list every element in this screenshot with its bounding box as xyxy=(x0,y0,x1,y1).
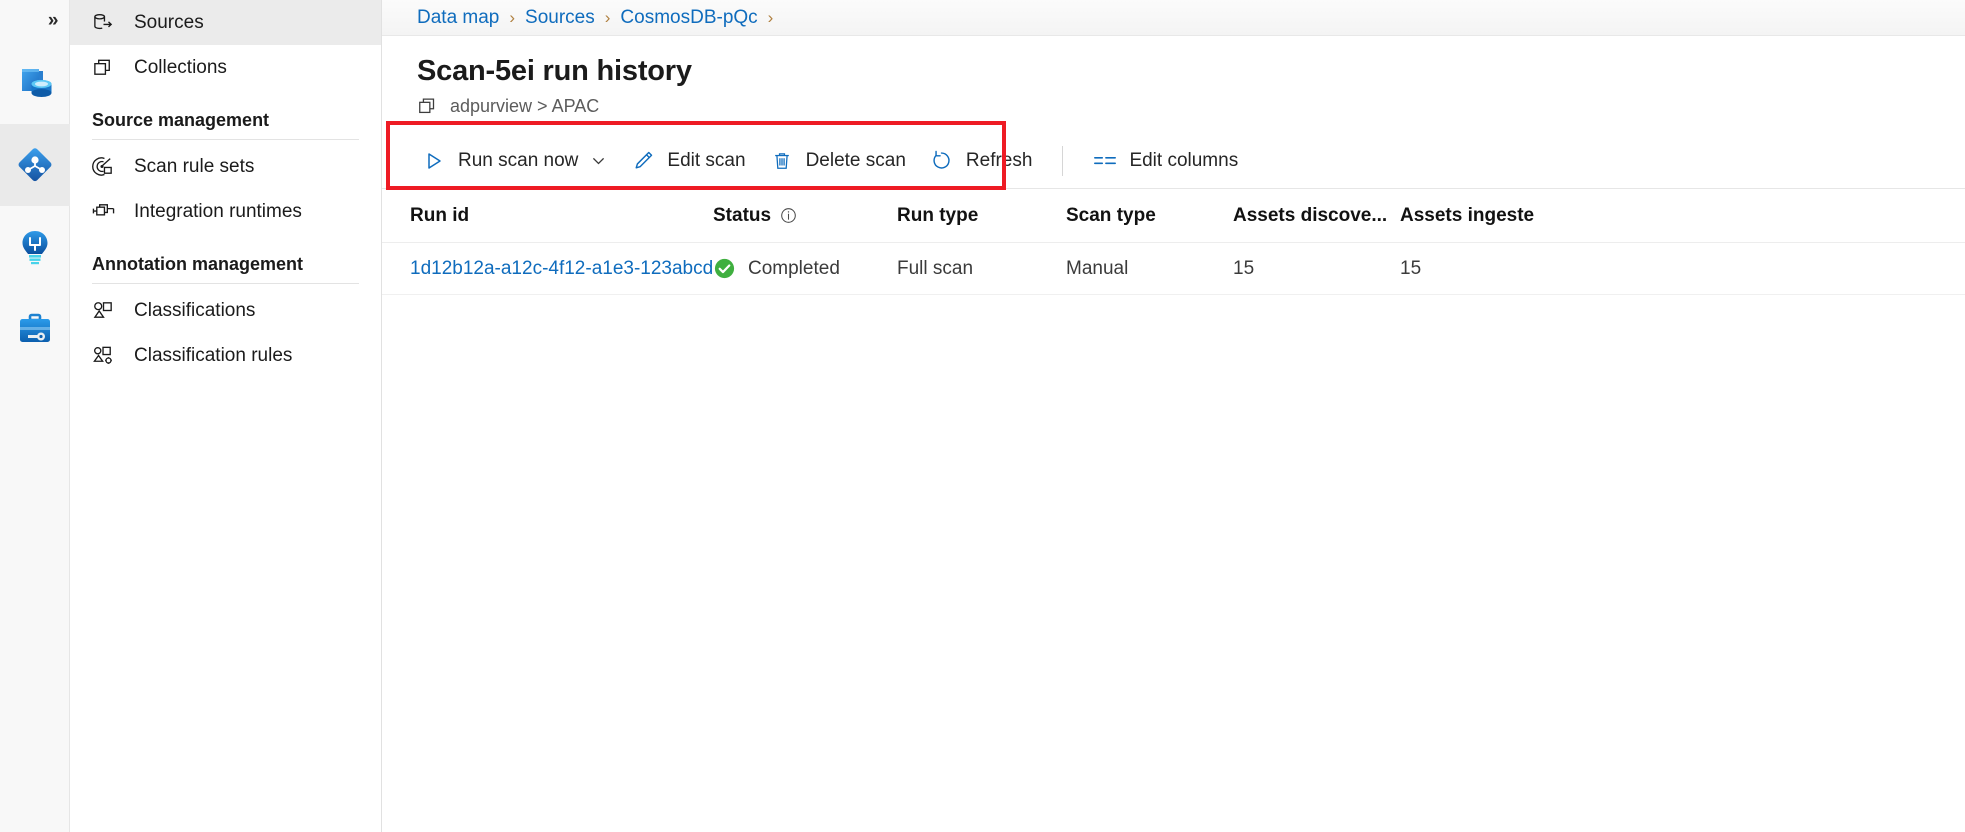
trash-icon xyxy=(770,151,794,171)
sidebar-item-label: Collections xyxy=(134,56,227,78)
cell-scan-type: Manual xyxy=(1066,257,1129,279)
sidebar-item-sources[interactable]: Sources xyxy=(70,0,381,45)
toolbar-divider xyxy=(1062,145,1064,176)
check-circle-icon xyxy=(713,257,736,280)
info-icon[interactable] xyxy=(780,207,797,224)
cell-assets-discovered: 15 xyxy=(1233,257,1255,279)
sidebar-nav: Sources Collections Source management Sc… xyxy=(70,0,382,832)
column-header-assets-discovered[interactable]: Assets discove... xyxy=(1233,205,1400,227)
sidebar-item-classifications[interactable]: Classifications xyxy=(70,288,381,333)
rail-item-data-catalog[interactable] xyxy=(0,42,70,124)
collections-icon xyxy=(417,95,439,117)
classifications-icon xyxy=(92,299,122,322)
page-subtitle-text: adpurview > APAC xyxy=(450,95,600,116)
expand-rail-button[interactable]: » xyxy=(0,0,70,42)
chevron-down-icon[interactable] xyxy=(590,152,607,169)
sidebar-item-scan-rule-sets[interactable]: Scan rule sets xyxy=(70,144,381,189)
sidebar-divider xyxy=(92,139,359,140)
cell-run-type: Full scan xyxy=(897,257,974,279)
table-header-row: Run id Status Run type Scan type Assets … xyxy=(382,189,1965,243)
run-scan-now-button[interactable]: Run scan now xyxy=(410,140,619,182)
refresh-icon xyxy=(930,150,954,171)
edit-columns-button[interactable]: Edit columns xyxy=(1081,140,1250,182)
integration-runtimes-icon xyxy=(92,200,122,223)
sidebar-item-collections[interactable]: Collections xyxy=(70,45,381,90)
collections-icon xyxy=(92,56,122,79)
chevron-right-icon: › xyxy=(509,7,516,27)
column-header-run-type[interactable]: Run type xyxy=(897,205,1066,227)
pencil-icon xyxy=(631,150,655,171)
cell-assets-ingested: 15 xyxy=(1400,257,1422,279)
column-header-status[interactable]: Status xyxy=(713,205,897,227)
chevron-right-icon: › xyxy=(604,7,611,27)
page-header: Scan-5ei run history adpurview > APAC xyxy=(382,36,1965,117)
run-history-table: Run id Status Run type Scan type Assets … xyxy=(382,189,1965,295)
refresh-button[interactable]: Refresh xyxy=(918,140,1045,182)
run-scan-now-label: Run scan now xyxy=(458,149,579,171)
sidebar-item-label: Classification rules xyxy=(134,344,293,366)
chevron-right-icon: › xyxy=(767,7,774,27)
run-id-link[interactable]: 1d12b12a-a12c-4f12-a1e3-123abcd xyxy=(410,258,713,279)
rail-item-management[interactable] xyxy=(0,288,70,370)
insights-icon xyxy=(14,226,56,268)
status-badge: Completed xyxy=(748,257,840,279)
edit-scan-button[interactable]: Edit scan xyxy=(619,140,757,182)
breadcrumb-item-cosmosdb[interactable]: CosmosDB-pQc xyxy=(620,7,757,29)
table-row[interactable]: 1d12b12a-a12c-4f12-a1e3-123abcd Complete… xyxy=(382,243,1965,295)
scan-rule-sets-icon xyxy=(92,155,122,178)
column-header-run-id[interactable]: Run id xyxy=(410,205,713,227)
left-icon-rail: » xyxy=(0,0,70,832)
sidebar-item-label: Scan rule sets xyxy=(134,155,255,177)
sidebar-section-source-management: Source management xyxy=(92,110,270,130)
command-bar: Run scan now Edit scan Delete scan Refre… xyxy=(382,133,1965,189)
column-header-status-label: Status xyxy=(713,204,772,226)
rail-item-data-map[interactable] xyxy=(0,124,70,206)
sidebar-item-integration-runtimes[interactable]: Integration runtimes xyxy=(70,189,381,234)
breadcrumb-item-sources[interactable]: Sources xyxy=(525,7,595,29)
main-content: Data map › Sources › CosmosDB-pQc › Scan… xyxy=(382,0,1965,832)
purview-scan-run-history-page: » Sources Collections Source management … xyxy=(0,0,1965,832)
management-icon xyxy=(14,308,56,350)
delete-scan-button[interactable]: Delete scan xyxy=(758,140,918,182)
edit-scan-label: Edit scan xyxy=(667,149,746,171)
sidebar-section-annotation-management: Annotation management xyxy=(92,254,304,274)
data-catalog-icon xyxy=(14,62,56,104)
classification-rules-icon xyxy=(92,344,122,367)
sidebar-item-label: Sources xyxy=(134,11,204,33)
rail-item-insights[interactable] xyxy=(0,206,70,288)
sidebar-item-label: Integration runtimes xyxy=(134,200,302,222)
column-header-scan-type[interactable]: Scan type xyxy=(1066,205,1233,227)
sidebar-item-label: Classifications xyxy=(134,299,256,321)
page-title: Scan-5ei run history xyxy=(417,55,692,87)
cell-status: Completed xyxy=(713,257,897,280)
delete-scan-label: Delete scan xyxy=(805,149,906,171)
sidebar-item-classification-rules[interactable]: Classification rules xyxy=(70,333,381,378)
command-bar-wrapper: Run scan now Edit scan Delete scan Refre… xyxy=(382,121,1965,190)
sidebar-divider xyxy=(92,283,359,284)
page-subtitle: adpurview > APAC xyxy=(417,95,1965,117)
breadcrumb-item-data-map[interactable]: Data map xyxy=(417,7,499,29)
data-map-icon xyxy=(14,144,56,186)
refresh-label: Refresh xyxy=(965,149,1033,171)
column-header-assets-ingested[interactable]: Assets ingeste xyxy=(1400,205,1580,227)
cell-run-id: 1d12b12a-a12c-4f12-a1e3-123abcd xyxy=(410,258,713,280)
breadcrumb: Data map › Sources › CosmosDB-pQc › xyxy=(382,0,1965,36)
edit-columns-icon xyxy=(1093,152,1117,170)
edit-columns-label: Edit columns xyxy=(1129,149,1239,171)
sources-icon xyxy=(92,11,122,34)
play-icon xyxy=(422,151,446,171)
